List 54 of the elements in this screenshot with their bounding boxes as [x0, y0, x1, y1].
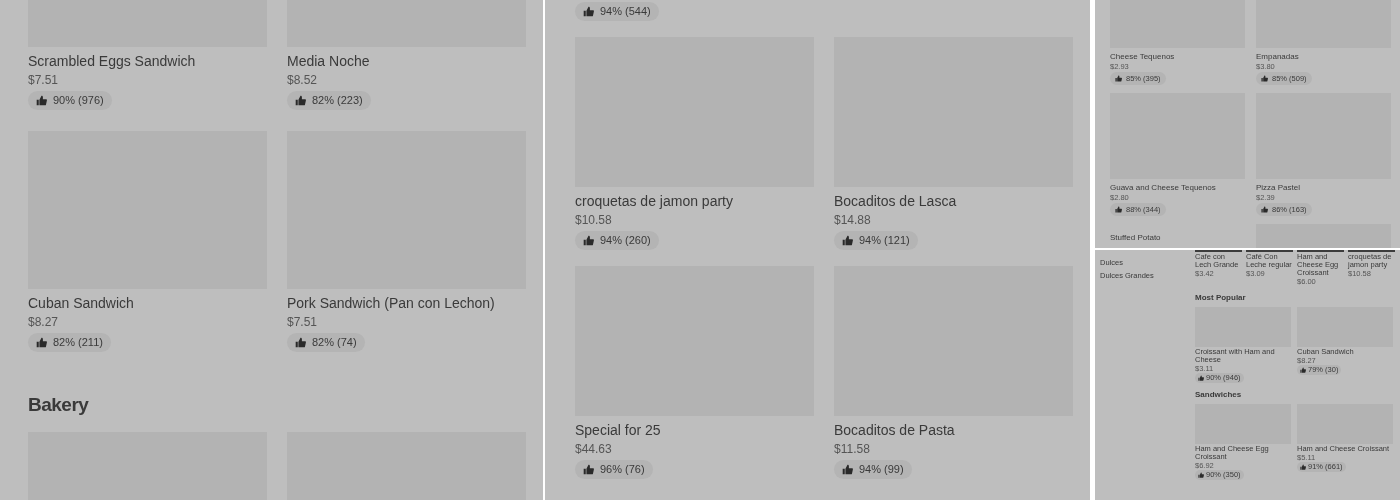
item-name: Stuffed Potato — [1110, 232, 1162, 243]
item-name: croquetas de jamon party — [575, 192, 734, 211]
thumbs-up-icon — [1261, 75, 1268, 82]
item-name: Cheese Tequenos — [1110, 51, 1176, 62]
image-strip — [1348, 250, 1395, 252]
image-strip — [1297, 250, 1344, 252]
thumbs-up-icon — [295, 337, 306, 348]
thumbs-up-icon — [1115, 206, 1122, 213]
item-price: $7.51 — [28, 72, 60, 89]
item-price: $10.58 — [575, 212, 613, 229]
thumbs-up-icon — [36, 95, 47, 106]
rating-badge: 82% (211) — [28, 333, 111, 352]
item-price: $11.58 — [834, 441, 871, 458]
item-name: Cuban Sandwich — [28, 294, 135, 313]
item-name: Bocaditos de Lasca — [834, 192, 958, 211]
rating-badge: 96% (76) — [575, 460, 653, 479]
item-name: Empanadas — [1256, 51, 1300, 62]
rating-badge: 94% (99) — [834, 460, 912, 479]
item-price: $8.52 — [287, 72, 319, 89]
rating-badge: 90% (976) — [28, 91, 112, 110]
rating-badge: 82% (74) — [287, 333, 365, 352]
item-name: Pizza Pastel — [1256, 182, 1302, 193]
thumbs-up-icon — [295, 95, 306, 106]
thumbs-up-icon — [1300, 367, 1306, 373]
thumbs-up-icon — [842, 235, 853, 246]
item-name: Media Noche — [287, 52, 371, 71]
item-name: Special for 25 — [575, 421, 662, 440]
rating-badge: 94% (544) — [575, 2, 659, 21]
section-heading: Most Popular — [1195, 293, 1247, 303]
thumbs-up-icon — [583, 464, 594, 475]
image-strip — [1195, 250, 1242, 252]
thumbs-up-icon — [842, 464, 853, 475]
rating-badge: 94% (260) — [575, 231, 659, 250]
thumbs-up-icon — [583, 235, 594, 246]
item-price: $7.51 — [287, 314, 319, 331]
thumbs-up-icon — [1300, 464, 1306, 470]
rating-badge: 82% (223) — [287, 91, 371, 110]
item-name: Guava and Cheese Tequenos — [1110, 182, 1217, 193]
thumbs-up-icon — [1115, 75, 1122, 82]
thumbs-up-icon — [1198, 375, 1204, 381]
item-name: Bocaditos de Pasta — [834, 421, 956, 440]
item-price: $14.88 — [834, 212, 872, 229]
section-heading: Sandwiches — [1195, 390, 1243, 400]
thumbs-up-icon — [1198, 472, 1204, 478]
rating-badge: 94% (121) — [834, 231, 918, 250]
thumbs-up-icon — [36, 337, 47, 348]
section-heading: Bakery — [28, 393, 90, 417]
item-name: Pork Sandwich (Pan con Lechon) — [287, 294, 496, 313]
image-strip — [1246, 250, 1293, 252]
item-price: $8.27 — [28, 314, 60, 331]
item-name: Scrambled Eggs Sandwich — [28, 52, 197, 71]
item-price: $44.63 — [575, 441, 613, 458]
thumbs-up-icon — [1261, 206, 1268, 213]
thumbs-up-icon — [583, 6, 594, 17]
